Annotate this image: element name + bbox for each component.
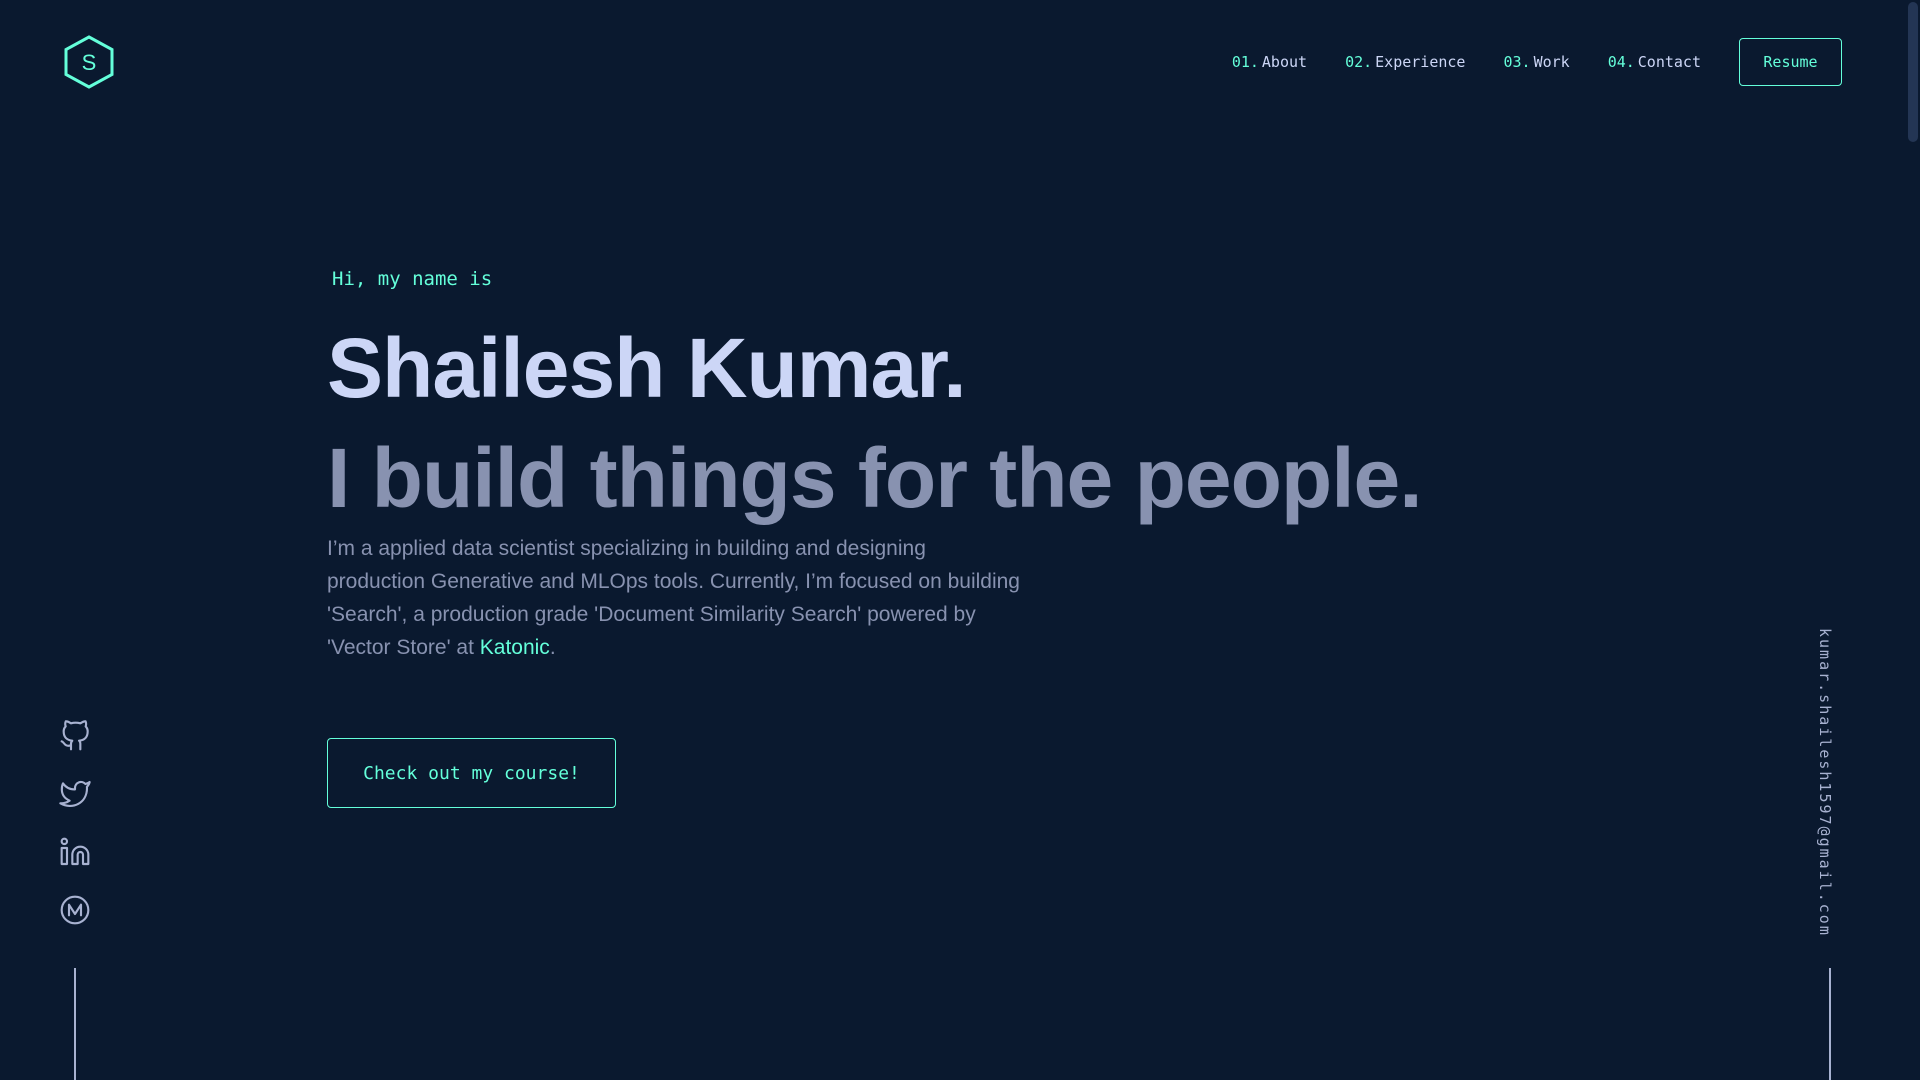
katonic-link[interactable]: Katonic xyxy=(480,636,550,659)
hero-name: Shailesh Kumar. xyxy=(327,321,967,415)
hero-bio-text: I’m a applied data scientist specializin… xyxy=(327,537,1020,659)
logo-link[interactable]: S xyxy=(62,34,116,90)
medium-icon[interactable] xyxy=(59,894,91,926)
course-button[interactable]: Check out my course! xyxy=(327,738,616,808)
hero-bio: I’m a applied data scientist specializin… xyxy=(327,532,1027,664)
github-icon[interactable] xyxy=(59,720,91,752)
nav-item-about[interactable]: 01. About xyxy=(1232,53,1307,71)
nav-item-number: 01. xyxy=(1231,53,1259,71)
nav-item-label: About xyxy=(1261,53,1308,71)
nav-item-work[interactable]: 03. Work xyxy=(1503,53,1569,71)
twitter-icon[interactable] xyxy=(59,778,91,810)
right-vertical-line xyxy=(1829,968,1831,1080)
hexagon-logo-icon: S xyxy=(64,35,114,89)
page: S 01. About 02. Experience 03. Work 04. Cont… xyxy=(0,0,1920,1080)
hero-greeting: Hi, my name is xyxy=(332,268,493,290)
nav-item-label: Experience xyxy=(1375,53,1466,71)
nav-item-experience[interactable]: 02. Experience xyxy=(1345,53,1465,71)
hero-bio-end: . xyxy=(549,636,556,659)
nav-item-number: 04. xyxy=(1607,53,1635,71)
scrollbar[interactable] xyxy=(1906,0,1920,1080)
left-vertical-line xyxy=(74,968,76,1080)
nav-item-number: 02. xyxy=(1345,53,1373,71)
resume-button[interactable]: Resume xyxy=(1739,38,1842,86)
nav-item-label: Work xyxy=(1533,53,1570,71)
hero-tagline: I build things for the people. xyxy=(327,431,1423,525)
top-nav: 01. About 02. Experience 03. Work 04. Contac… xyxy=(1232,38,1842,86)
nav-item-number: 03. xyxy=(1503,53,1531,71)
email-sidebar: kumar.shailesh1597@gmail.com xyxy=(1816,628,1844,937)
logo-letter: S xyxy=(82,50,97,75)
email-link[interactable]: kumar.shailesh1597@gmail.com xyxy=(1816,628,1834,937)
social-links xyxy=(59,720,91,952)
linkedin-icon[interactable] xyxy=(59,836,91,868)
scrollbar-thumb[interactable] xyxy=(1908,2,1918,142)
nav-item-label: Contact xyxy=(1637,53,1701,71)
hero-section: Hi, my name is Shailesh Kumar. I build t… xyxy=(327,268,1423,685)
nav-item-contact[interactable]: 04. Contact xyxy=(1608,53,1701,71)
